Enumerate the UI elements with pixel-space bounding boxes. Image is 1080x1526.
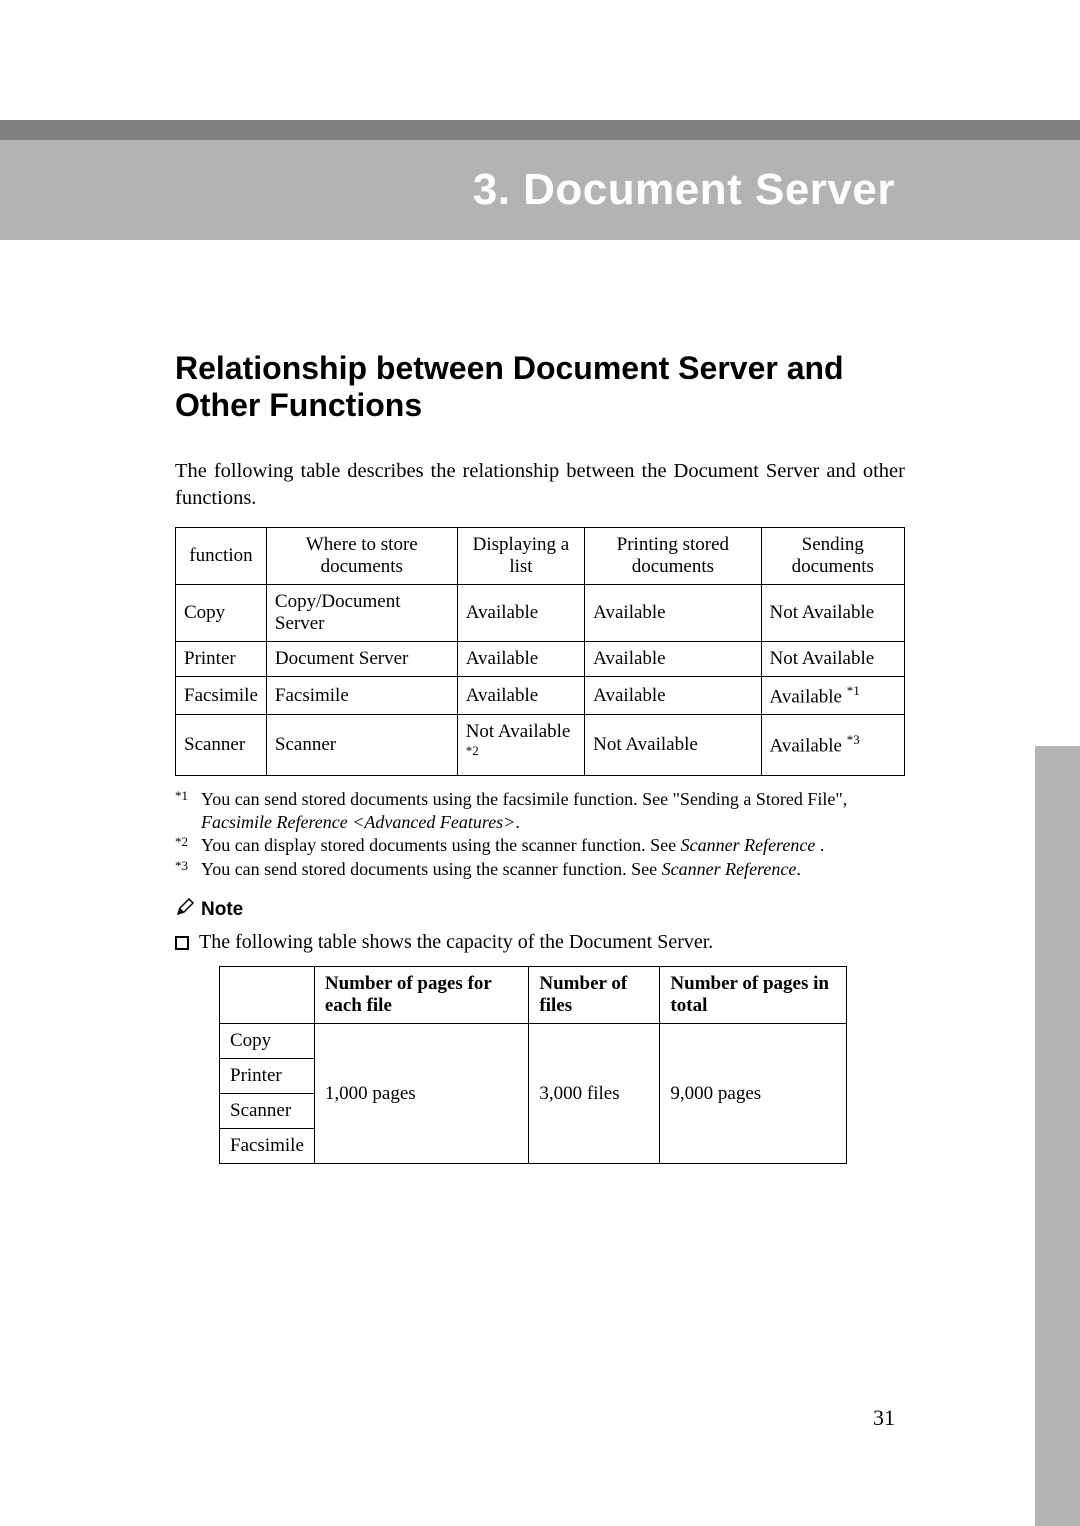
cell: Document Server [266,641,457,676]
col-display: Displaying a list [457,527,584,584]
cell: Facsimile [176,676,267,714]
cell: 9,000 pages [660,1024,846,1164]
cell: 1,000 pages [314,1024,529,1164]
intro-paragraph: The following table describes the relati… [175,458,905,513]
cell: Available [585,641,761,676]
footnote: *3 You can send stored documents using t… [175,858,905,881]
table-header-row: Number of pages for each file Number of … [220,967,847,1024]
pencil-icon [175,897,195,923]
col-blank [220,967,315,1024]
checkbox-icon [175,936,189,950]
footnote-marker: *2 [175,834,201,857]
cell: Printer [220,1059,315,1094]
col-send: Sending documents [761,527,904,584]
cell: Available [457,676,584,714]
note-heading: Note [175,897,905,923]
col-pages-total: Number of pages in total [660,967,846,1024]
col-function: function [176,527,267,584]
chapter-banner: 3. Document Server [0,140,1080,240]
cell: Copy/Document Server [266,584,457,641]
cell: Not Available [585,715,761,775]
page-content: Relationship between Document Server and… [175,350,905,1164]
table-row: Facsimile Facsimile Available Available … [176,676,905,714]
cell: Available *3 [761,715,904,775]
note-bullet: The following table shows the capacity o… [175,931,905,954]
capacity-table: Number of pages for each file Number of … [219,966,847,1164]
cell: Not Available *2 [457,715,584,775]
table-row: Copy 1,000 pages 3,000 files 9,000 pages [220,1024,847,1059]
cell-text: Available [770,686,847,707]
footnote: *1 You can send stored documents using t… [175,788,905,835]
table-header-row: function Where to store documents Displa… [176,527,905,584]
footnote-ref: *1 [847,683,860,698]
col-print: Printing stored documents [585,527,761,584]
footnote: *2 You can display stored documents usin… [175,834,905,857]
cell: Available [457,641,584,676]
col-pages-each: Number of pages for each file [314,967,529,1024]
cell: Available [585,676,761,714]
footnote-text: You can send stored documents using the … [201,858,905,881]
page-number: 31 [873,1405,895,1431]
note-bullet-text: The following table shows the capacity o… [199,931,713,954]
header-thin-bar [0,120,1080,140]
chapter-title: 3. Document Server [473,165,895,215]
cell: Facsimile [220,1129,315,1164]
cell: Not Available [761,584,904,641]
cell: Copy [220,1024,315,1059]
footnote-ref: *3 [847,732,860,747]
table-row: Printer Document Server Available Availa… [176,641,905,676]
cell: Scanner [220,1094,315,1129]
thumb-tab [1035,746,1080,1526]
cell: Available [585,584,761,641]
cell: Scanner [266,715,457,775]
cell: Available *1 [761,676,904,714]
cell: Scanner [176,715,267,775]
cell: Facsimile [266,676,457,714]
table-row: Scanner Scanner Not Available *2 Not Ava… [176,715,905,775]
section-heading: Relationship between Document Server and… [175,350,905,424]
cell: Available [457,584,584,641]
footnote-ref: *2 [466,743,479,758]
cell-text: Available [770,736,847,757]
col-where: Where to store documents [266,527,457,584]
cell: Printer [176,641,267,676]
cell: 3,000 files [529,1024,660,1164]
col-files: Number of files [529,967,660,1024]
footnotes-block: *1 You can send stored documents using t… [175,788,905,882]
note-label-text: Note [201,899,243,921]
cell-text: Not Available [466,721,571,742]
footnote-text: You can send stored documents using the … [201,788,905,835]
footnote-text: You can display stored documents using t… [201,834,905,857]
relationship-table: function Where to store documents Displa… [175,527,905,776]
footnote-marker: *1 [175,788,201,835]
cell: Copy [176,584,267,641]
footnote-marker: *3 [175,858,201,881]
cell: Not Available [761,641,904,676]
table-row: Copy Copy/Document Server Available Avai… [176,584,905,641]
